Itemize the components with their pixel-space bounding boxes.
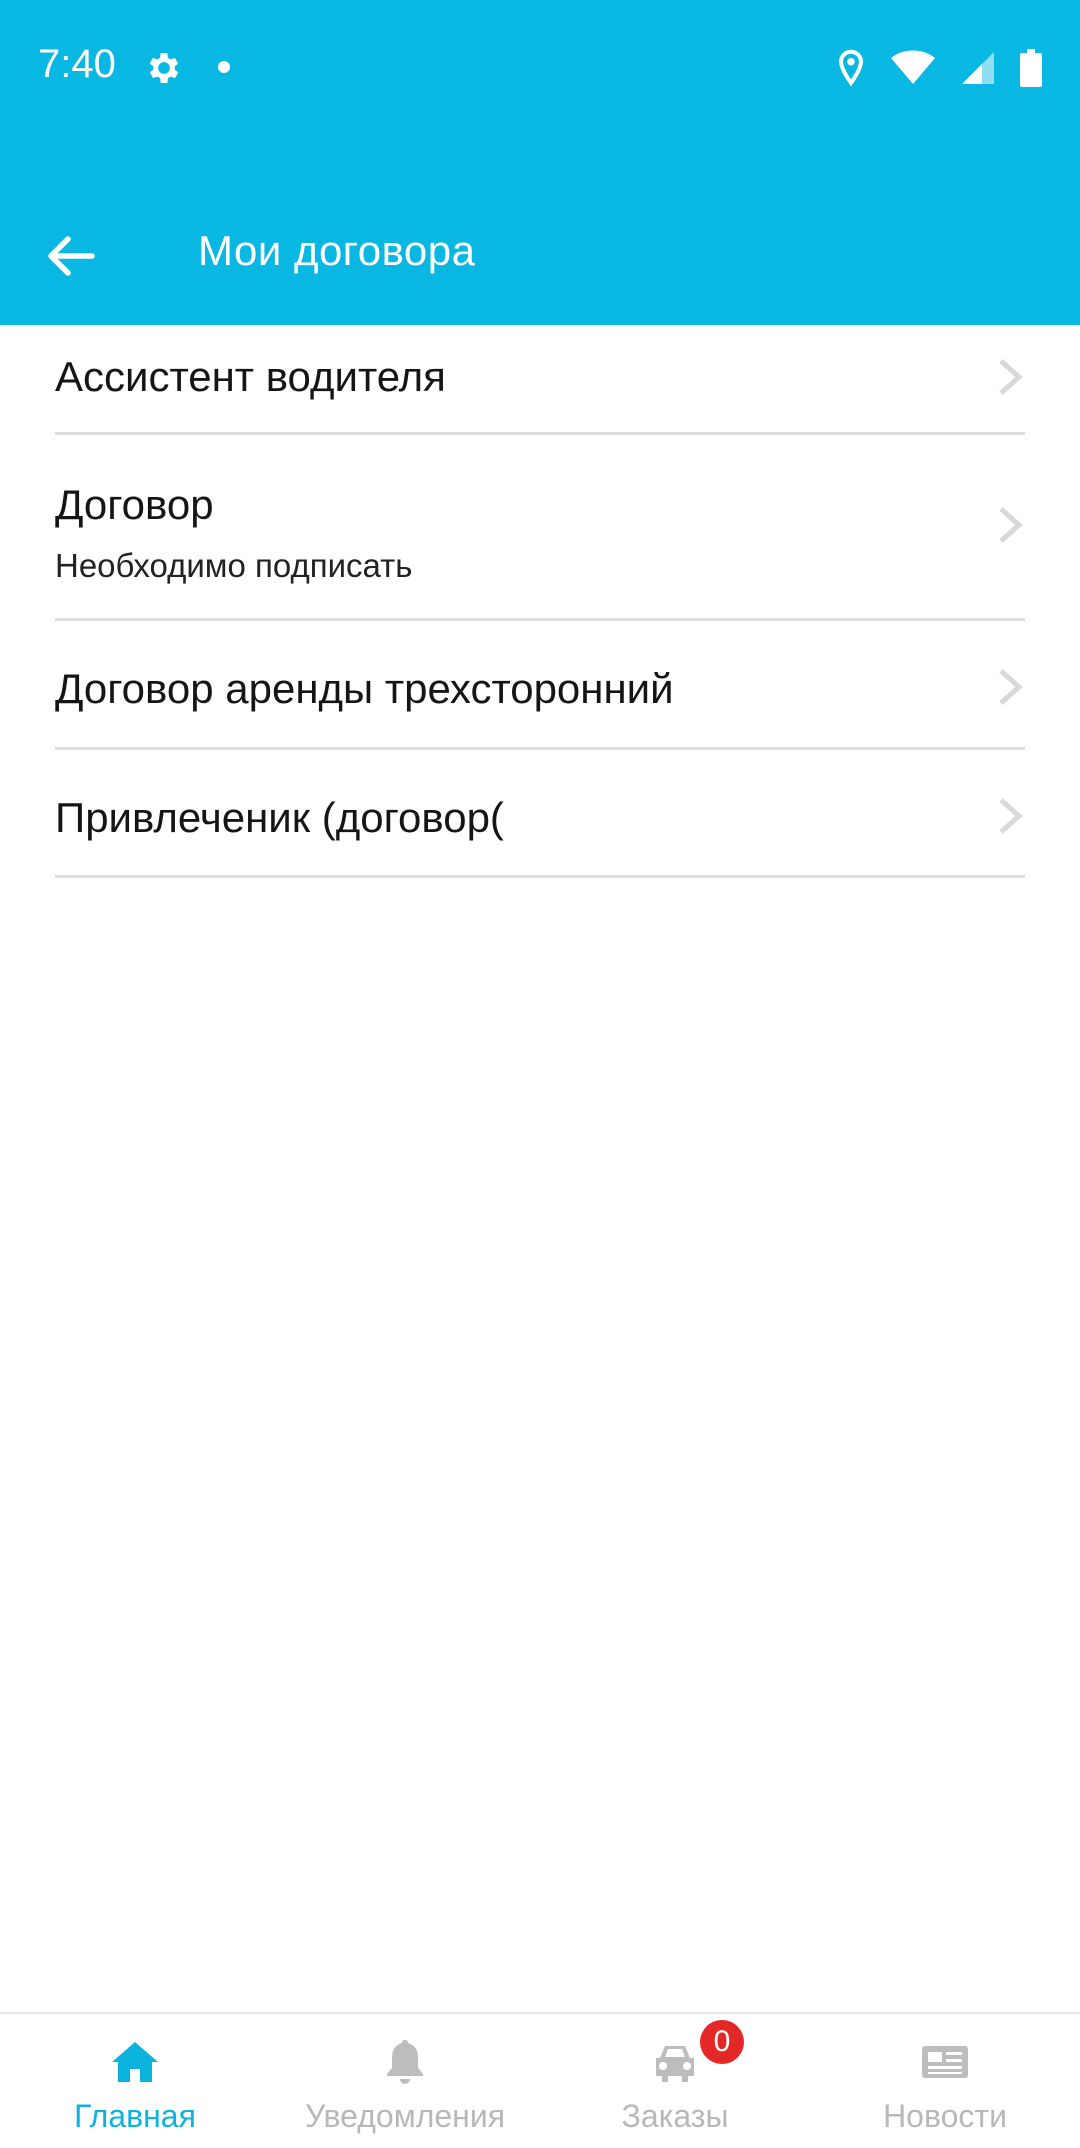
bottom-navigation: Главная Уведомления 0 Заказы Новости [0,2012,1080,2148]
location-icon [838,49,864,87]
cell-signal-icon [962,52,994,84]
nav-label: Заказы [621,2098,729,2134]
nav-label: Главная [74,2098,196,2134]
car-icon [656,2046,694,2082]
status-icons [836,46,1042,90]
chevron-right-icon [999,669,1023,705]
toolbar: Мои договора [0,135,1080,325]
nav-notifications[interactable]: Уведомления [270,2014,540,2148]
status-bar: 7:40 [0,0,1080,135]
back-button[interactable] [40,225,102,287]
contract-item-lease[interactable]: Договор аренды трехсторонний [55,621,1025,750]
page-title: Мои договора [198,227,476,274]
nav-home[interactable]: Главная [0,2014,270,2148]
home-icon [112,2042,158,2082]
newspaper-icon [922,2046,968,2078]
contract-title: Привлеченик (договор( [55,794,504,841]
bell-icon [387,2040,423,2084]
status-time: 7:40 [38,42,116,86]
nav-orders[interactable]: 0 Заказы [540,2014,810,2148]
contract-item-attraction[interactable]: Привлеченик (договор( [55,750,1025,878]
chevron-right-icon [999,798,1023,834]
app-bar: 7:40 Мои договора [0,0,1080,325]
nav-news[interactable]: Новости [810,2014,1080,2148]
contracts-list: Ассистент водителя Договор Необходимо по… [55,325,1025,878]
nav-label: Новости [883,2098,1007,2134]
chevron-right-icon [999,507,1023,543]
chevron-right-icon [999,359,1023,395]
battery-icon [1020,49,1042,87]
orders-badge: 0 [700,2020,744,2064]
dot-icon [218,61,230,73]
contract-item-assistant[interactable]: Ассистент водителя [55,325,1025,435]
nav-label: Уведомления [304,2098,506,2134]
contract-title: Договор [55,481,214,528]
contract-title: Договор аренды трехсторонний [55,665,674,712]
contract-title: Ассистент водителя [55,353,446,400]
arrow-left-icon [48,236,95,276]
contract-item-dogovor[interactable]: Договор Необходимо подписать [55,435,1025,621]
contract-status: Необходимо подписать [55,547,413,584]
gear-icon [149,53,179,83]
wifi-icon [891,50,935,84]
